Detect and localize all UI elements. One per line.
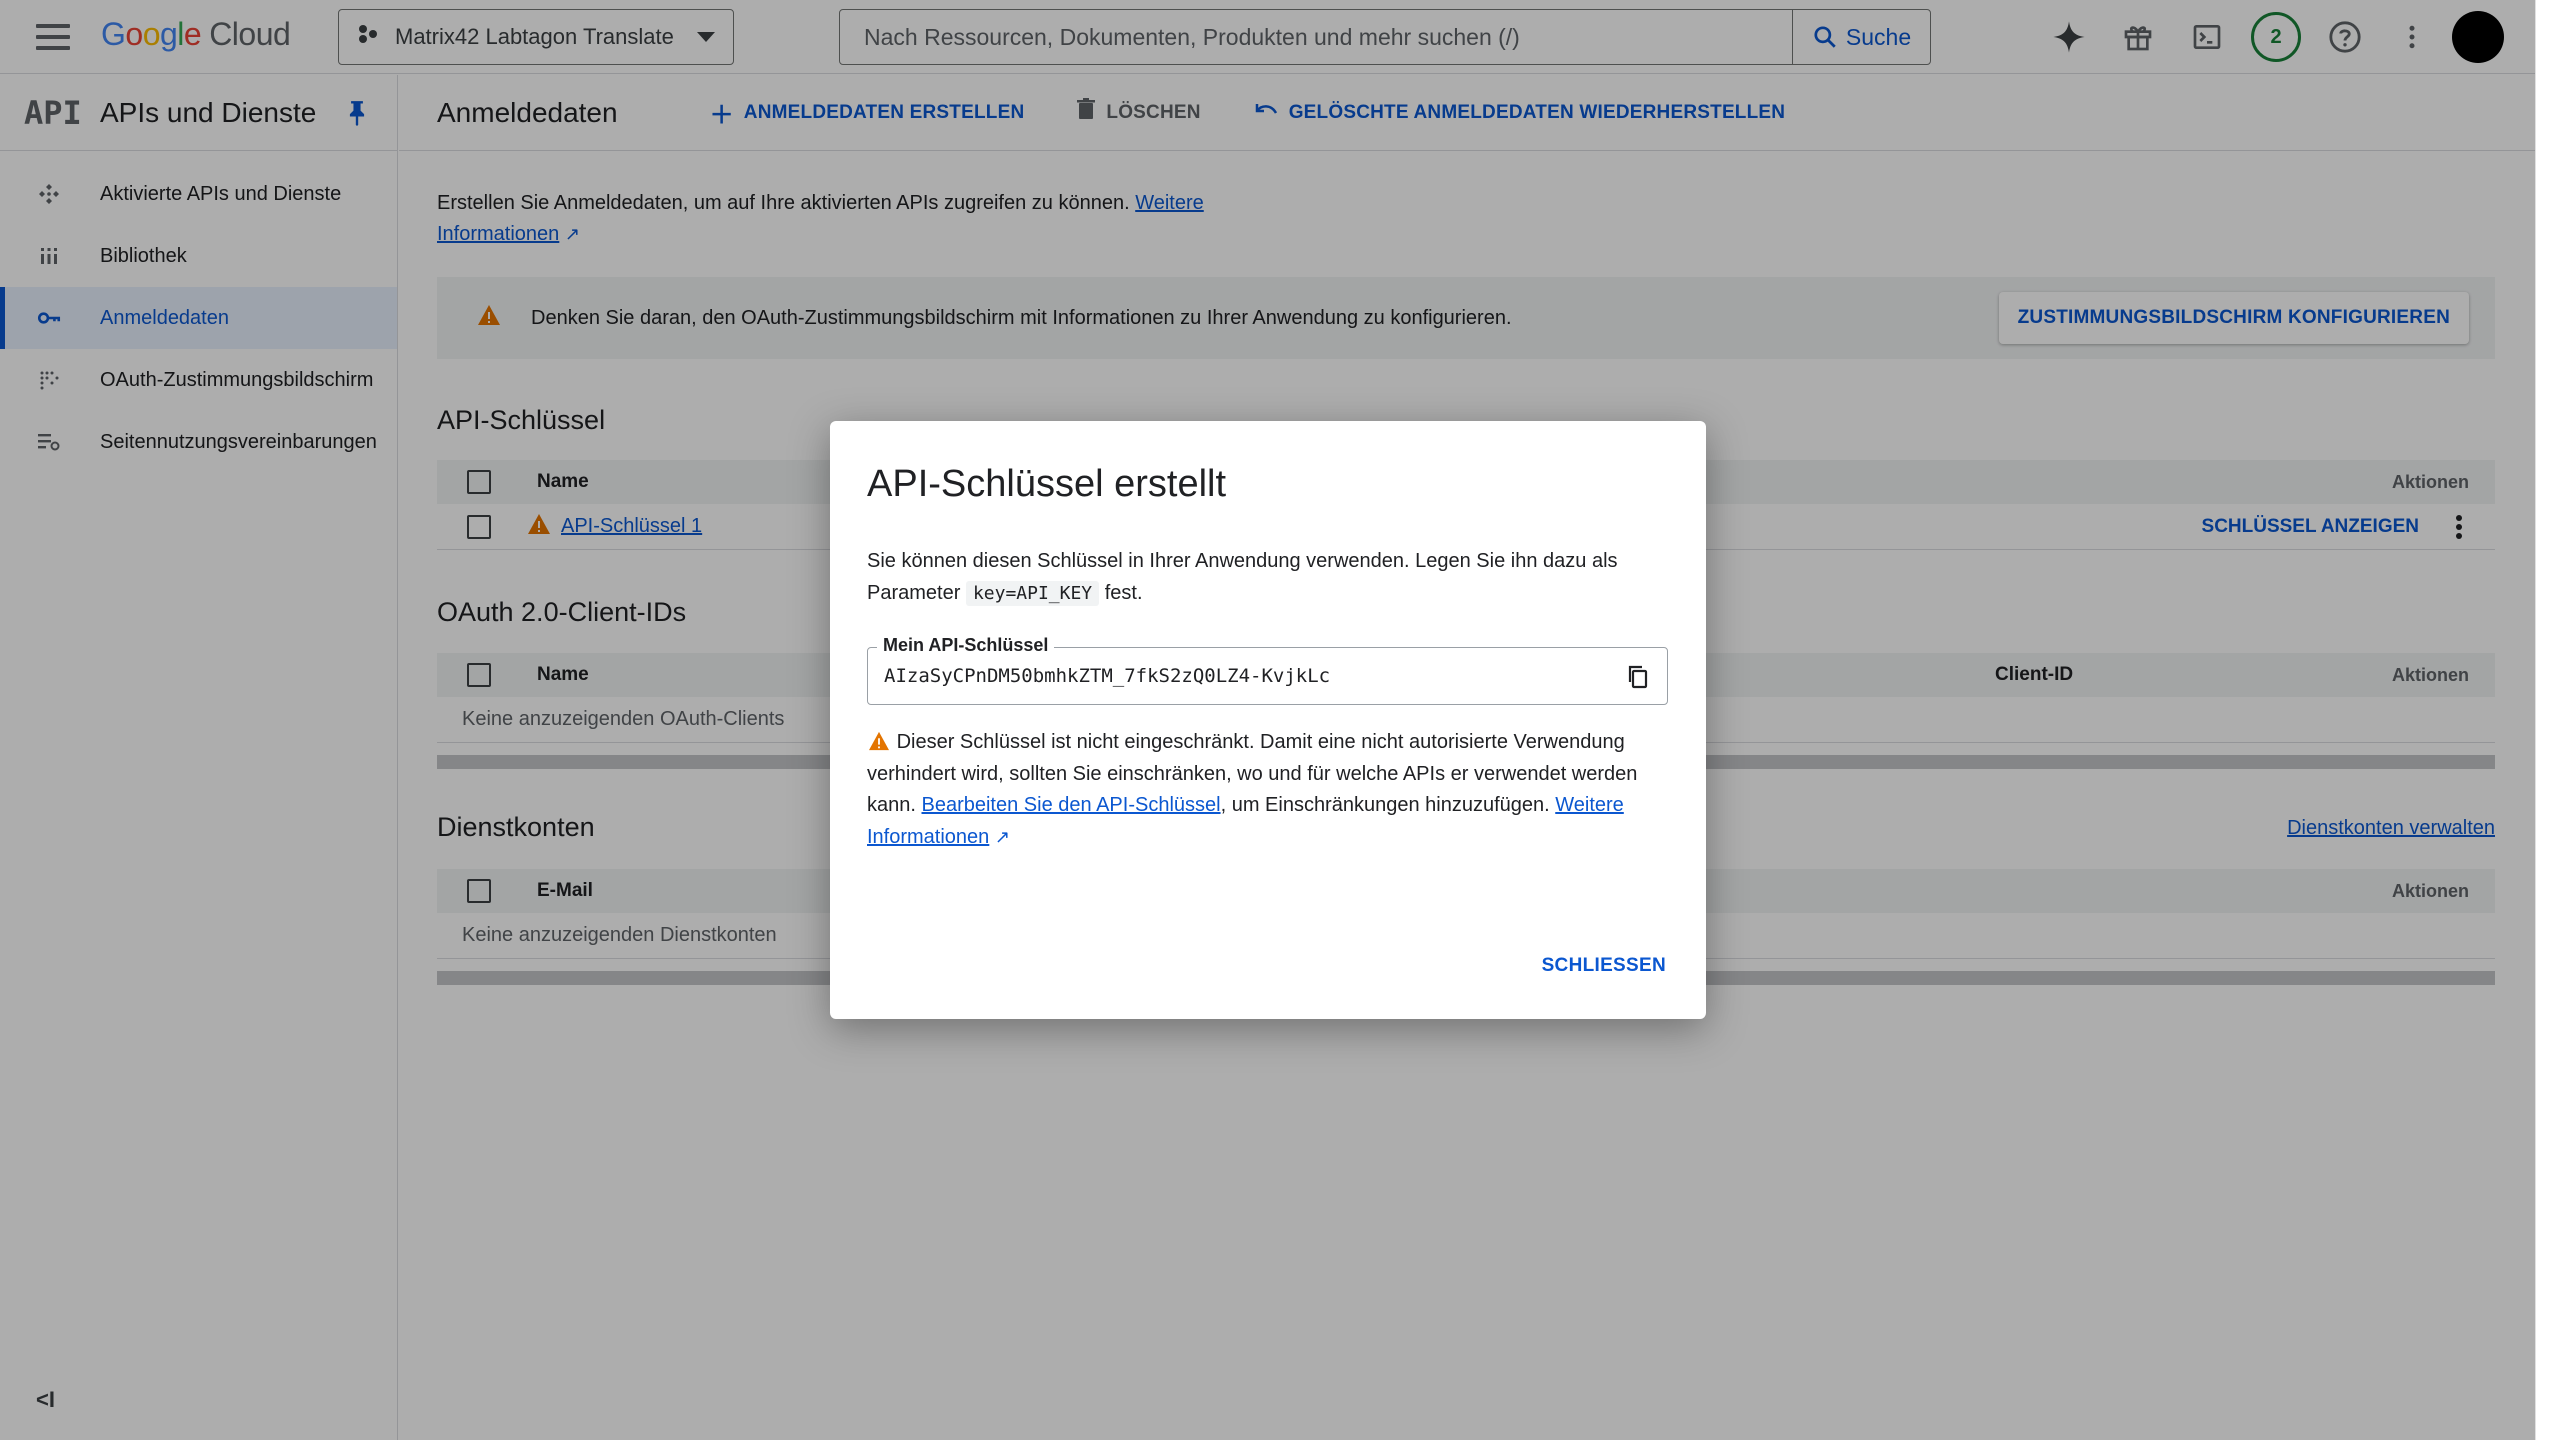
close-button[interactable]: SCHLIESSEN xyxy=(1542,955,1666,977)
api-key-field-label: Mein API-Schlüssel xyxy=(877,635,1055,656)
dialog-description: Sie können diesen Schlüssel in Ihrer Anw… xyxy=(867,550,1618,606)
api-key-field[interactable]: Mein API-Schlüssel AIzaSyCPnDM50bmhkZTM_… xyxy=(867,635,1668,705)
param-code: key=API_KEY xyxy=(965,581,1100,606)
warning-icon xyxy=(867,731,897,753)
unrestricted-key-warning: Dieser Schlüssel ist nicht eingeschränkt… xyxy=(867,731,1638,848)
api-key-created-dialog: API-Schlüssel erstellt Sie können diesen… xyxy=(830,421,1706,1019)
page-scrollbar[interactable] xyxy=(2535,0,2560,1440)
external-link-icon: ↗ xyxy=(994,826,1010,847)
edit-api-key-link[interactable]: Bearbeiten Sie den API-Schlüssel xyxy=(922,794,1221,816)
dialog-title: API-Schlüssel erstellt xyxy=(867,463,1227,505)
api-key-value[interactable]: AIzaSyCPnDM50bmhkZTM_7fkS2zQ0LZ4-KvjkLc xyxy=(884,665,1330,687)
copy-icon[interactable] xyxy=(1623,662,1653,692)
